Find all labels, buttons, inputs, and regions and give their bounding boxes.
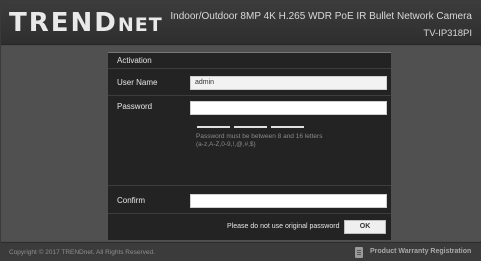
password-notice: Please do not use original password (227, 223, 340, 230)
confirm-label: Confirm (117, 196, 146, 205)
section-title: Activation (117, 56, 152, 65)
trendnet-logo: TRENDNET (9, 8, 163, 40)
username-label: User Name (117, 78, 158, 87)
header: TRENDNET Indoor/Outdoor 8MP 4K H.265 WDR… (1, 1, 481, 45)
password-hint-line1: Password must be between 8 and 16 letter… (196, 133, 323, 140)
confirm-password-field[interactable] (190, 194, 387, 208)
activation-panel: Activation User Name admin Password Pass… (108, 52, 391, 240)
ok-button[interactable]: OK (344, 220, 386, 234)
password-strength-bar-1 (197, 126, 230, 128)
product-title: Indoor/Outdoor 8MP 4K H.265 WDR PoE IR B… (170, 11, 472, 22)
divider (108, 68, 391, 69)
password-hint: Password must be between 8 and 16 letter… (196, 133, 386, 149)
password-hint-line2: (a-z,A-Z,0-9,!,@,#,$) (196, 141, 256, 148)
main-content: Activation User Name admin Password Pass… (1, 46, 481, 241)
panel-top-border (108, 52, 391, 53)
warranty-registration-link[interactable]: Product Warranty Registration (370, 248, 471, 255)
password-label: Password (117, 102, 153, 111)
document-icon[interactable] (355, 247, 363, 258)
logo-small: NET (117, 14, 163, 36)
username-field[interactable]: admin (190, 76, 387, 90)
copyright-text: Copyright © 2017 TRENDnet. All Rights Re… (9, 249, 155, 256)
footer: Copyright © 2017 TRENDnet. All Rights Re… (1, 242, 481, 261)
password-field[interactable] (190, 101, 387, 115)
logo-main: TREND (9, 8, 118, 38)
divider (108, 213, 391, 214)
password-strength-bar-2 (234, 126, 267, 128)
divider (108, 95, 391, 96)
password-strength-bar-3 (271, 126, 304, 128)
model-number: TV-IP318PI (423, 28, 472, 39)
app-window: TRENDNET Indoor/Outdoor 8MP 4K H.265 WDR… (0, 0, 481, 261)
divider (108, 185, 391, 186)
